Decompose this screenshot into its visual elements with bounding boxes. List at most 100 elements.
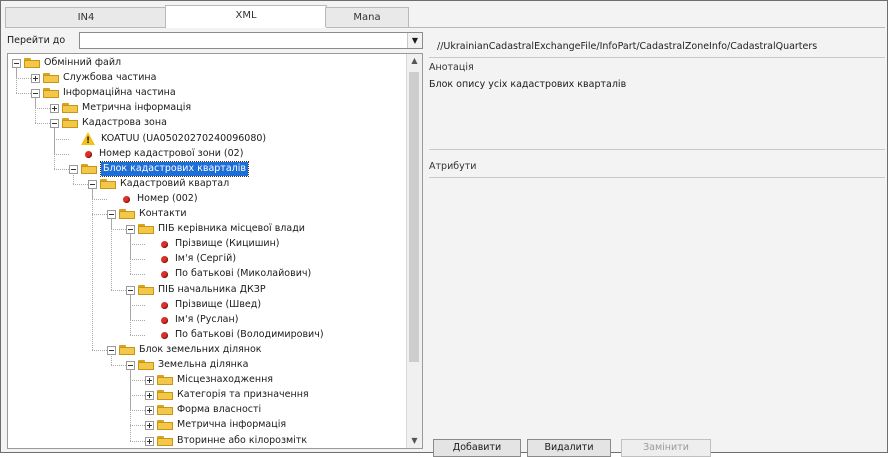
tree-node-label[interactable]: Ім'я (Сергій) <box>175 252 236 266</box>
tree-node-label[interactable]: Інформаційна частина <box>63 86 176 100</box>
tree-node-label[interactable]: Обмінний файл <box>44 56 121 70</box>
folder-icon <box>157 390 173 401</box>
tree-connector <box>130 410 145 412</box>
collapse-icon[interactable] <box>12 59 21 68</box>
tree-connector <box>130 425 145 427</box>
tab-xml[interactable]: XML <box>165 5 327 28</box>
tab-in4[interactable]: IN4 <box>5 7 167 27</box>
scroll-down-icon[interactable]: ▼ <box>407 434 422 448</box>
tab-mana[interactable]: Mana <box>325 7 409 27</box>
tree-node-label[interactable]: Номер (002) <box>137 192 198 206</box>
leaf-dot-icon <box>161 331 168 339</box>
delete-button[interactable]: Видалити <box>527 439 611 457</box>
folder-icon <box>138 284 154 295</box>
tree-connector <box>130 274 145 276</box>
collapse-icon[interactable] <box>126 361 135 370</box>
leaf-dot-icon <box>123 195 130 203</box>
leaf-dot-icon <box>161 271 168 279</box>
tree-connector <box>35 108 50 110</box>
tree-node-label[interactable]: Кадастрова зона <box>82 116 167 130</box>
annotation-title: Анотація <box>429 62 474 73</box>
collapse-icon[interactable] <box>107 345 116 355</box>
tree-connector <box>92 214 107 215</box>
tree-connector <box>54 168 69 170</box>
scrollbar-thumb[interactable] <box>409 72 419 362</box>
tree-node-label[interactable]: Форма власності <box>177 403 261 417</box>
collapse-icon[interactable] <box>88 179 97 189</box>
collapse-icon[interactable] <box>126 285 135 295</box>
tree-connector <box>130 369 131 381</box>
tree-connector <box>73 183 88 185</box>
tree-connector <box>92 198 107 200</box>
tree-node-label[interactable]: Службова частина <box>63 71 156 85</box>
add-button[interactable]: Добавити <box>433 439 521 457</box>
folder-icon <box>157 405 173 416</box>
expand-icon[interactable] <box>50 104 59 114</box>
tree-node-label[interactable]: Земельна ділянка <box>158 358 248 372</box>
expand-icon[interactable] <box>145 436 154 446</box>
folder-icon <box>119 209 135 219</box>
collapse-icon[interactable] <box>50 119 59 129</box>
tree-connector <box>130 233 131 245</box>
tree-scrollbar[interactable]: ▲ ▼ <box>406 54 422 448</box>
tree-connector <box>130 440 145 442</box>
folder-icon <box>43 88 59 99</box>
tree-node-label[interactable]: KOATUU (UA05020270240096080) <box>101 132 266 146</box>
tree-node-label[interactable]: ПІБ керівника місцевої влади <box>158 222 305 236</box>
warning-icon: ! <box>81 131 95 146</box>
tab-bar: IN4 XML Mana <box>5 5 885 28</box>
tree-connector <box>35 97 36 109</box>
tree-node-label[interactable]: Прізвище (Швед) <box>175 298 261 312</box>
collapse-icon[interactable] <box>126 225 135 235</box>
goto-combobox[interactable]: ▼ <box>79 32 423 49</box>
leaf-dot-icon <box>85 150 92 158</box>
tree-node-label[interactable]: Ім'я (Руслан) <box>175 313 238 327</box>
chevron-down-icon[interactable]: ▼ <box>407 33 422 48</box>
tree-connector <box>54 153 69 155</box>
tree-node-label[interactable]: Кадастровий квартал <box>120 177 229 191</box>
divider <box>429 177 885 178</box>
tree-node-label[interactable]: Вторинне або кілорозмітк <box>177 434 307 448</box>
tree-connector <box>130 304 145 306</box>
xml-tree[interactable]: ▲ ▼ Обмінний файл Службова частина Інформа… <box>7 53 423 449</box>
tree-node-label[interactable]: По батькові (Миколайович) <box>175 267 311 281</box>
divider <box>429 149 885 150</box>
tree-connector <box>54 127 55 139</box>
collapse-icon[interactable] <box>69 164 78 174</box>
expand-icon[interactable] <box>145 376 154 386</box>
tree-node-label[interactable]: По батькові (Володимирович) <box>175 328 324 342</box>
expand-icon[interactable] <box>145 406 154 416</box>
collapse-icon[interactable] <box>107 210 116 219</box>
tree-node-label[interactable]: Блок земельних ділянок <box>139 343 262 357</box>
tree-connector <box>130 334 145 336</box>
leaf-dot-icon <box>161 241 168 249</box>
folder-icon <box>157 420 173 431</box>
folder-icon <box>43 73 59 84</box>
tree-node-label[interactable]: Метрична інформація <box>177 418 286 432</box>
tree-connector <box>54 138 69 140</box>
tree-connector <box>130 244 145 246</box>
tree-node-label[interactable]: Номер кадастрової зони (02) <box>99 147 243 161</box>
expand-icon[interactable] <box>31 74 40 84</box>
tree-panel: Перейти до ▼ ▲ ▼ Обмінний файл Службова ч… <box>7 31 423 449</box>
tree-node-label[interactable]: Прізвище (Кицишин) <box>175 237 280 251</box>
attributes-title: Атрибути <box>429 161 477 172</box>
leaf-dot-icon <box>161 316 168 324</box>
tree-node-label[interactable]: Місцезнаходження <box>177 373 273 387</box>
expand-icon[interactable] <box>145 421 154 431</box>
tree-connector <box>130 259 145 261</box>
collapse-icon[interactable] <box>31 89 40 99</box>
scroll-up-icon[interactable]: ▲ <box>407 54 422 68</box>
tree-node-label[interactable]: Метрична інформація <box>82 101 191 115</box>
expand-icon[interactable] <box>145 391 154 401</box>
replace-button[interactable]: Замінити <box>621 439 711 457</box>
tree-node-label[interactable]: Категорія та призначення <box>177 388 309 402</box>
tree-node-label[interactable]: Блок кадастрових кварталів <box>100 160 249 177</box>
xpath-label: //UkrainianCadastralExchangeFile/InfoPar… <box>437 41 818 52</box>
tree-connector <box>16 78 31 80</box>
tree-connector <box>130 380 145 382</box>
tree-node-label[interactable]: ПІБ начальника ДКЗР <box>158 283 266 297</box>
folder-icon <box>138 224 154 235</box>
tree-node-label[interactable]: Контакти <box>139 207 187 221</box>
tree-connector <box>130 293 131 305</box>
